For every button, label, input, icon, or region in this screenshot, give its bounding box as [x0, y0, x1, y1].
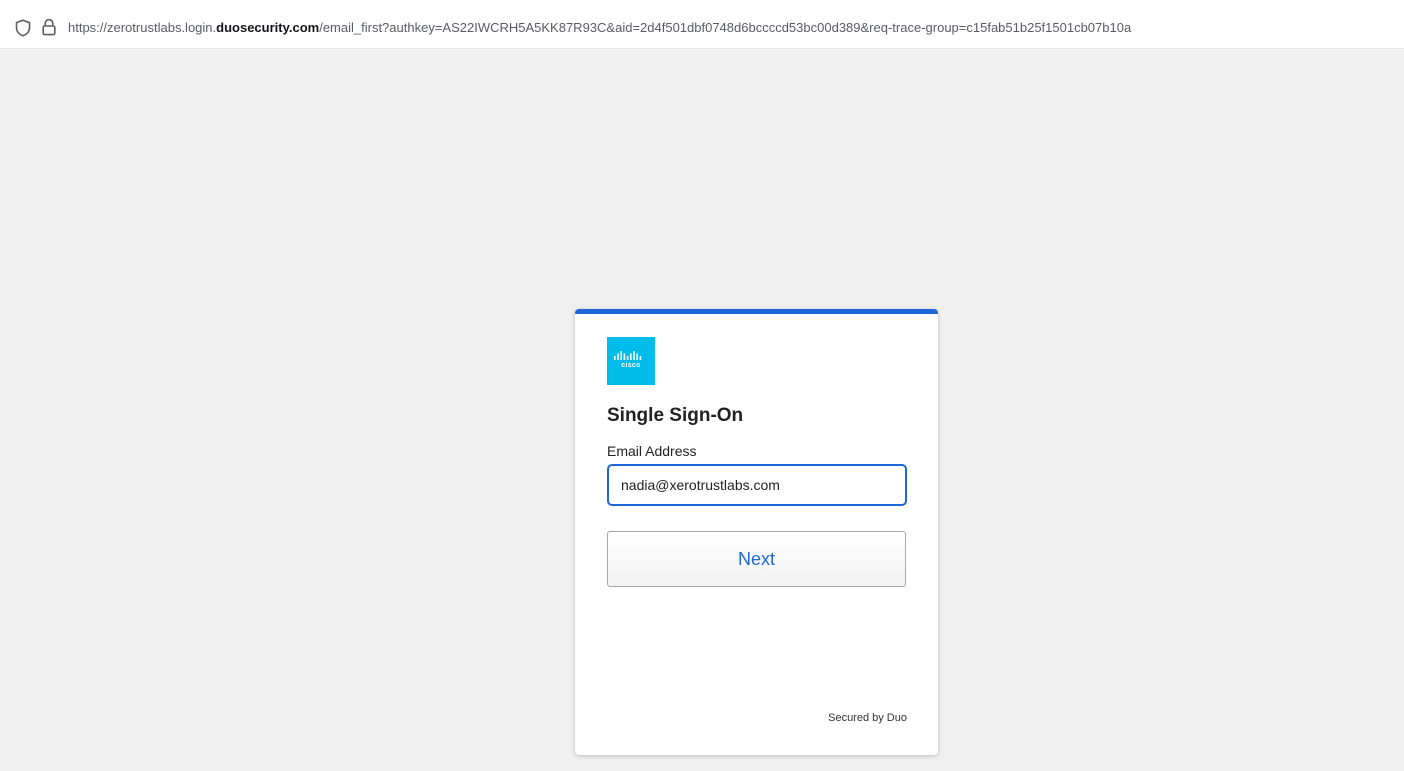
url-box[interactable]: https://zerotrustlabs.login.duosecurity.… — [0, 6, 1396, 42]
browser-window: https://zerotrustlabs.login.duosecurity.… — [0, 0, 1404, 771]
login-card: cisco Single Sign-On Email Address Next … — [575, 309, 938, 755]
lock-icon[interactable] — [42, 18, 56, 36]
email-field[interactable] — [607, 464, 907, 506]
page-title: Single Sign-On — [607, 405, 744, 426]
address-bar: https://zerotrustlabs.login.duosecurity.… — [0, 0, 1404, 48]
shield-icon[interactable] — [15, 19, 31, 37]
next-button[interactable]: Next — [607, 531, 906, 587]
cisco-logo: cisco — [607, 337, 655, 385]
url-domain: duosecurity.com — [216, 20, 320, 35]
card-accent-bar — [575, 309, 938, 314]
logo-text: cisco — [621, 362, 641, 369]
url-prefix: https://zerotrustlabs.login. — [68, 20, 217, 35]
url-suffix: /email_first?authkey=AS22IWCRH5A5KK87R93… — [319, 20, 1132, 35]
url-text[interactable]: https://zerotrustlabs.login.duosecurity.… — [68, 20, 1131, 35]
toolbar-divider — [0, 48, 1404, 49]
cisco-bars-icon — [614, 351, 642, 360]
secured-by-duo-text: Secured by Duo — [828, 712, 907, 724]
email-label: Email Address — [607, 443, 697, 459]
